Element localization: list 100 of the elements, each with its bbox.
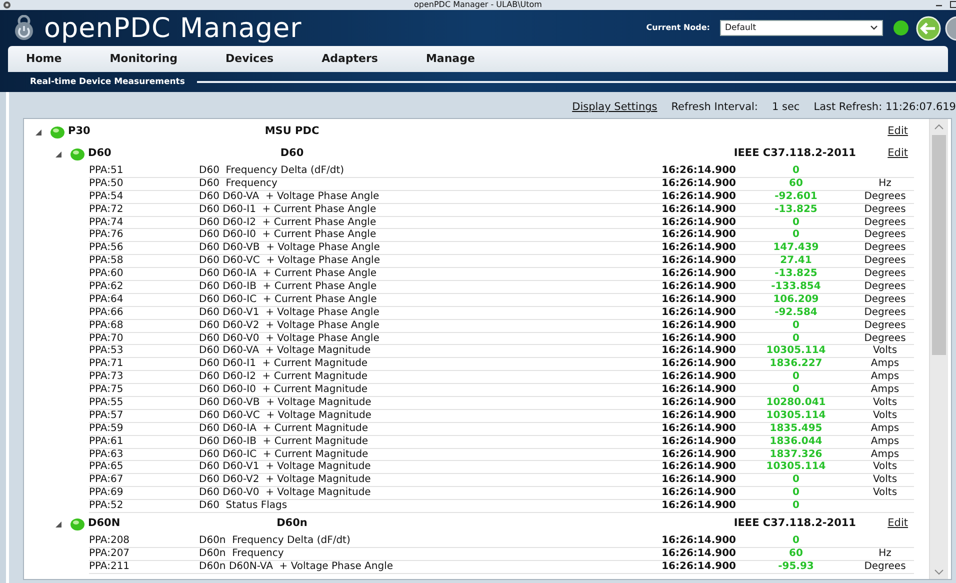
timestamp: 16:26:14.900 [660, 268, 736, 281]
unit-label: Amps [870, 358, 900, 371]
power-icon [12, 15, 36, 41]
app-title: openPDC Manager [44, 14, 302, 42]
measurement-value: 60 [788, 548, 804, 560]
measurement-label: D60 D60-VC + Voltage Phase Angle [199, 255, 381, 268]
scrollbar[interactable] [929, 119, 948, 579]
measurement-label: D60 D60-VB + Voltage Phase Angle [199, 242, 381, 255]
maximize-icon[interactable] [950, 1, 956, 8]
measurement-id: PPA:71 [89, 358, 124, 371]
timestamp: 16:26:14.900 [660, 165, 736, 178]
measurement-value: 10305.114 [765, 345, 827, 358]
measurement-label: D60 D60-IC + Current Magnitude [199, 448, 370, 461]
unit-label: Degrees [863, 229, 907, 242]
menu-item[interactable]: Home [26, 50, 62, 68]
measurement-label: D60 D60-VB + Voltage Magnitude [199, 397, 372, 410]
measurement-label: D60n Frequency [199, 548, 285, 560]
timestamp: 16:26:14.900 [660, 422, 736, 436]
unit-label: Degrees [863, 281, 907, 294]
measurement-label: D60 D60-VC + Voltage Magnitude [199, 410, 372, 422]
measurement-label: D60 D60-IB + Current Magnitude [199, 436, 370, 448]
current-node-label: Current Node: [646, 22, 710, 34]
node-select[interactable]: Default [720, 20, 883, 36]
unit-label: Degrees [863, 320, 907, 332]
timestamp: 16:26:14.900 [660, 436, 736, 448]
edit-link[interactable]: Edit [888, 516, 914, 532]
unit-label: Volts [872, 487, 898, 500]
timestamp: 16:26:14.900 [660, 371, 736, 384]
edit-link[interactable]: Edit [888, 146, 914, 162]
measurement-id: PPA:59 [89, 422, 124, 436]
measurement-value: 0 [792, 535, 800, 548]
unit-label: Volts [872, 461, 898, 474]
measurement-value: 60 [788, 178, 804, 190]
measurement-value: -95.93 [777, 560, 815, 574]
scrollbar-thumb[interactable] [932, 135, 946, 355]
measurement-value: 106.209 [772, 294, 820, 306]
device-description: D60 [280, 147, 304, 160]
measurement-label: D60 D60-VA + Voltage Phase Angle [199, 190, 380, 204]
menu-item[interactable]: Adapters [322, 50, 378, 68]
measurement-label: D60 D60-VA + Voltage Magnitude [199, 345, 372, 358]
menu-item[interactable]: Manage [426, 50, 475, 68]
timestamp: 16:26:14.900 [660, 384, 736, 397]
measurement-value: 0 [792, 332, 800, 345]
menu-item[interactable]: Devices [226, 50, 274, 68]
measurement-label: D60n Frequency Delta (dF/dt) [199, 535, 352, 548]
unit-label: Volts [872, 397, 898, 410]
timestamp: 16:26:14.900 [660, 500, 736, 513]
measurement-id: PPA:62 [89, 281, 124, 294]
menu-item[interactable]: Monitoring [110, 50, 178, 68]
measurement-id: PPA:56 [89, 242, 124, 255]
unit-label: Hz [878, 548, 892, 560]
unit-label: Degrees [863, 332, 907, 345]
measurement-id: PPA:69 [89, 487, 124, 500]
minimize-icon[interactable] [936, 2, 942, 8]
collapse-icon[interactable] [35, 128, 42, 136]
measurement-id: PPA:211 [89, 560, 131, 574]
unit-label: Amps [870, 371, 900, 384]
unit-label: Degrees [863, 560, 907, 574]
measurement-value: -92.601 [774, 190, 818, 204]
timestamp: 16:26:14.900 [660, 242, 736, 255]
timestamp: 16:26:14.900 [660, 461, 736, 474]
measurement-id: PPA:66 [89, 306, 124, 320]
measurement-label: D60 D60-I0 + Current Magnitude [199, 384, 369, 397]
protocol-label: IEEE C37.118.2-2011 [734, 517, 856, 530]
measurement-label: D60 D60-IA + Current Phase Angle [199, 268, 378, 281]
caret-icon [869, 24, 879, 32]
measurement-id: PPA:73 [89, 371, 124, 384]
back-button[interactable] [916, 16, 941, 40]
measurement-value: 10280.041 [765, 397, 827, 410]
unit-label: Degrees [863, 294, 907, 306]
measurement-value: 147.439 [772, 242, 820, 255]
measurement-label: D60 D60-I2 + Current Phase Angle [199, 216, 378, 229]
timestamp: 16:26:14.900 [660, 410, 736, 422]
edit-link[interactable]: Edit [888, 124, 914, 140]
collapse-icon[interactable] [55, 150, 62, 158]
measurement-label: D60 D60-I1 + Current Phase Angle [199, 204, 378, 216]
measurement-value: -13.825 [774, 204, 818, 216]
unit-label: Degrees [863, 190, 907, 204]
timestamp: 16:26:14.900 [660, 397, 736, 410]
measurement-id: PPA:67 [89, 474, 124, 487]
measurement-label: D60 D60-V0 + Voltage Magnitude [199, 487, 372, 500]
measurement-label: D60 D60-I0 + Current Phase Angle [199, 229, 378, 242]
measurement-value: 1836.044 [768, 436, 824, 448]
measurement-label: D60 D60-V0 + Voltage Phase Angle [199, 332, 380, 345]
timestamp: 16:26:14.900 [660, 332, 736, 345]
device-description: D60n [276, 517, 308, 530]
unit-label: Degrees [863, 306, 907, 320]
measurement-id: PPA:53 [89, 345, 124, 358]
device-name: D60N [88, 516, 120, 532]
measurement-id: PPA:57 [89, 410, 124, 422]
measurement-value: 1836.227 [768, 358, 824, 371]
measurement-id: PPA:65 [89, 461, 124, 474]
round-button[interactable] [945, 16, 956, 40]
measurement-value: -13.825 [774, 268, 818, 281]
display-settings-link[interactable]: Display Settings [572, 100, 658, 116]
collapse-icon[interactable] [55, 520, 62, 528]
measurement-id: PPA:74 [89, 216, 124, 229]
timestamp: 16:26:14.900 [660, 448, 736, 461]
measurement-value: 0 [792, 165, 800, 178]
unit-label: Degrees [863, 204, 907, 216]
